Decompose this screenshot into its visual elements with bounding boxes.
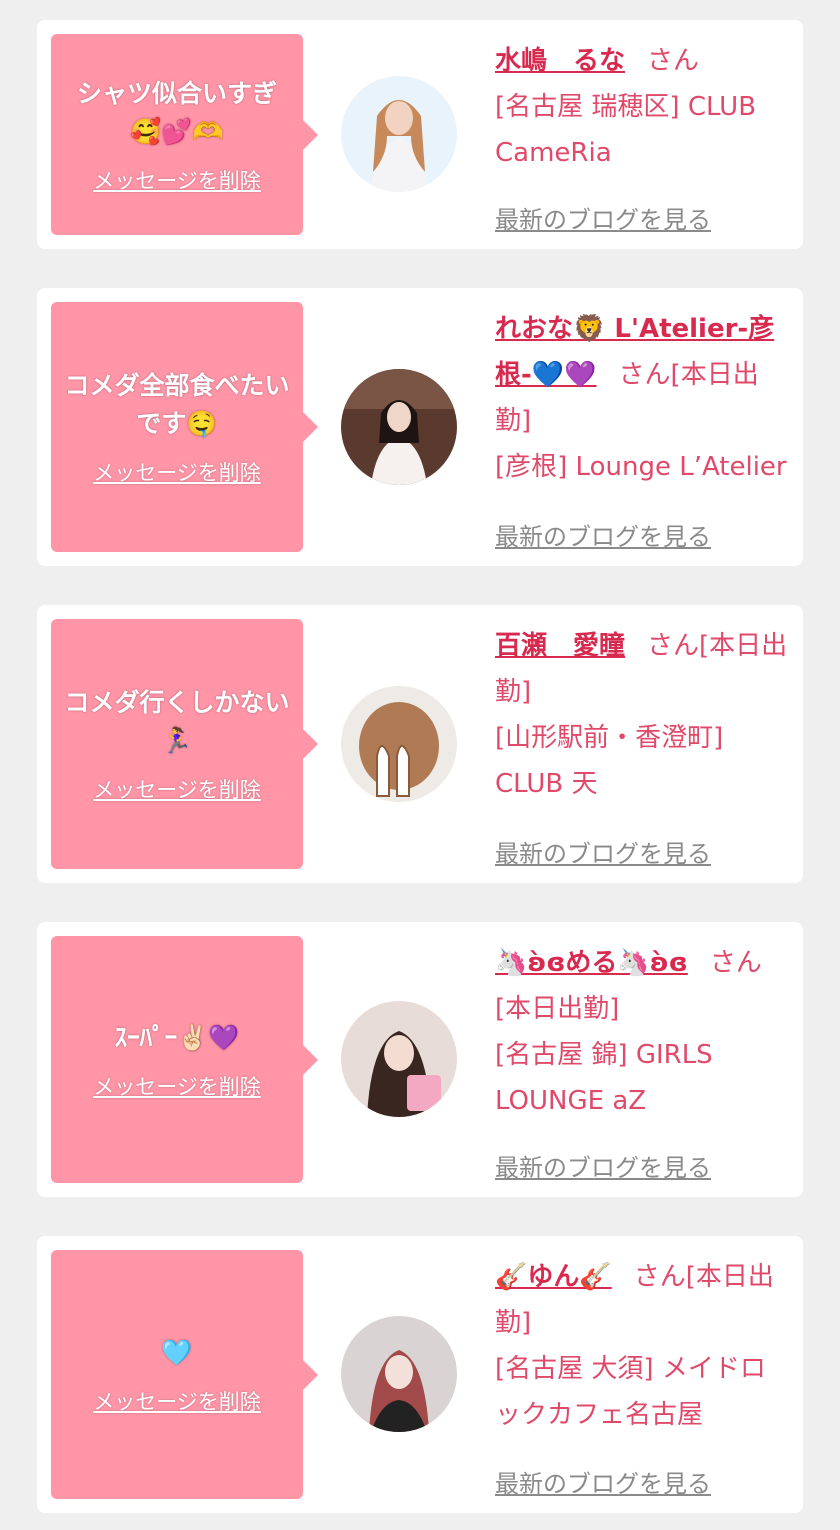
message-bubble: 🩵 メッセージを削除	[51, 1250, 318, 1499]
favorite-card: コメダ全部食べたいです🤤 メッセージを削除 れおな🦁 L'Atelier-彦根-…	[37, 288, 803, 566]
delete-message-link[interactable]: メッセージを削除	[93, 457, 261, 487]
delete-message-link[interactable]: メッセージを削除	[93, 165, 261, 195]
favorite-card: コメダ行くしかない🏃‍♀️ メッセージを削除 百瀬 愛瞳 さん[本日出勤] [山形…	[37, 605, 803, 883]
avatar[interactable]	[341, 1001, 457, 1117]
latest-blog-link[interactable]: 最新のブログを見る	[495, 1148, 711, 1183]
message-bubble: ｽｰﾊﾟｰ✌🏻💜 メッセージを削除	[51, 936, 318, 1183]
latest-blog-link[interactable]: 最新のブログを見る	[495, 517, 711, 552]
message-text: コメダ全部食べたいです🤤	[64, 371, 290, 438]
favorite-card: 🩵 メッセージを削除 🎸ゆん🎸 さん[本日出勤] [名古屋 大須] メイドロックカ…	[37, 1236, 803, 1513]
delete-message-link[interactable]: メッセージを削除	[93, 1071, 261, 1101]
cast-name-link[interactable]: 水嶋 るな	[495, 46, 625, 76]
avatar[interactable]	[341, 76, 457, 192]
avatar[interactable]	[341, 369, 457, 485]
latest-blog-link[interactable]: 最新のブログを見る	[495, 834, 711, 869]
cast-info: 🦄ʚ̀ɞめる🦄ʚ̀ɞ さん[本日出勤] [名古屋 錦] GIRLS LOUNGE …	[495, 940, 791, 1124]
message-bubble: シャツ似合いすぎ🥰💕🫶 メッセージを削除	[51, 34, 318, 235]
message-bubble: コメダ行くしかない🏃‍♀️ メッセージを削除	[51, 619, 318, 869]
store-info: [名古屋 瑞穂区] CLUB CameRia	[495, 92, 757, 168]
delete-message-link[interactable]: メッセージを削除	[93, 1386, 261, 1416]
favorite-card: ｽｰﾊﾟｰ✌🏻💜 メッセージを削除 🦄ʚ̀ɞめる🦄ʚ̀ɞ さん[本日出勤] [名古…	[37, 922, 803, 1197]
favorite-card: シャツ似合いすぎ🥰💕🫶 メッセージを削除 水嶋 るな さん [名古屋 瑞穂区] C…	[37, 20, 803, 249]
message-text: ｽｰﾊﾟｰ✌🏻💜	[114, 1022, 240, 1052]
latest-blog-link[interactable]: 最新のブログを見る	[495, 1464, 711, 1499]
avatar[interactable]	[341, 686, 457, 802]
store-info: [名古屋 錦] GIRLS LOUNGE aZ	[495, 1040, 713, 1116]
cast-name-link[interactable]: 百瀬 愛瞳	[495, 631, 625, 661]
message-bubble: コメダ全部食べたいです🤤 メッセージを削除	[51, 302, 318, 552]
latest-blog-link[interactable]: 最新のブログを見る	[495, 200, 711, 235]
cast-info: 水嶋 るな さん [名古屋 瑞穂区] CLUB CameRia	[495, 38, 791, 176]
store-info: [彦根] Lounge L’Atelier	[495, 452, 787, 482]
cast-info: れおな🦁 L'Atelier-彦根-💙💜 さん[本日出勤] [彦根] Lounge…	[495, 306, 791, 490]
favorites-list: シャツ似合いすぎ🥰💕🫶 メッセージを削除 水嶋 るな さん [名古屋 瑞穂区] C…	[0, 0, 840, 1530]
store-info: [山形駅前・香澄町] CLUB 天	[495, 723, 724, 799]
message-text: 🩵	[161, 1337, 193, 1367]
cast-name-link[interactable]: 🎸ゆん🎸	[495, 1262, 612, 1292]
message-text: シャツ似合いすぎ🥰💕🫶	[76, 78, 277, 146]
honorific: さん	[647, 46, 700, 76]
delete-message-link[interactable]: メッセージを削除	[93, 774, 261, 804]
avatar[interactable]	[341, 1316, 457, 1432]
cast-info: 百瀬 愛瞳 さん[本日出勤] [山形駅前・香澄町] CLUB 天	[495, 623, 791, 807]
cast-name-link[interactable]: 🦄ʚ̀ɞめる🦄ʚ̀ɞ	[495, 948, 688, 978]
message-text: コメダ行くしかない🏃‍♀️	[64, 688, 290, 755]
cast-info: 🎸ゆん🎸 さん[本日出勤] [名古屋 大須] メイドロックカフェ名古屋	[495, 1254, 791, 1438]
store-info: [名古屋 大須] メイドロックカフェ名古屋	[495, 1354, 766, 1430]
